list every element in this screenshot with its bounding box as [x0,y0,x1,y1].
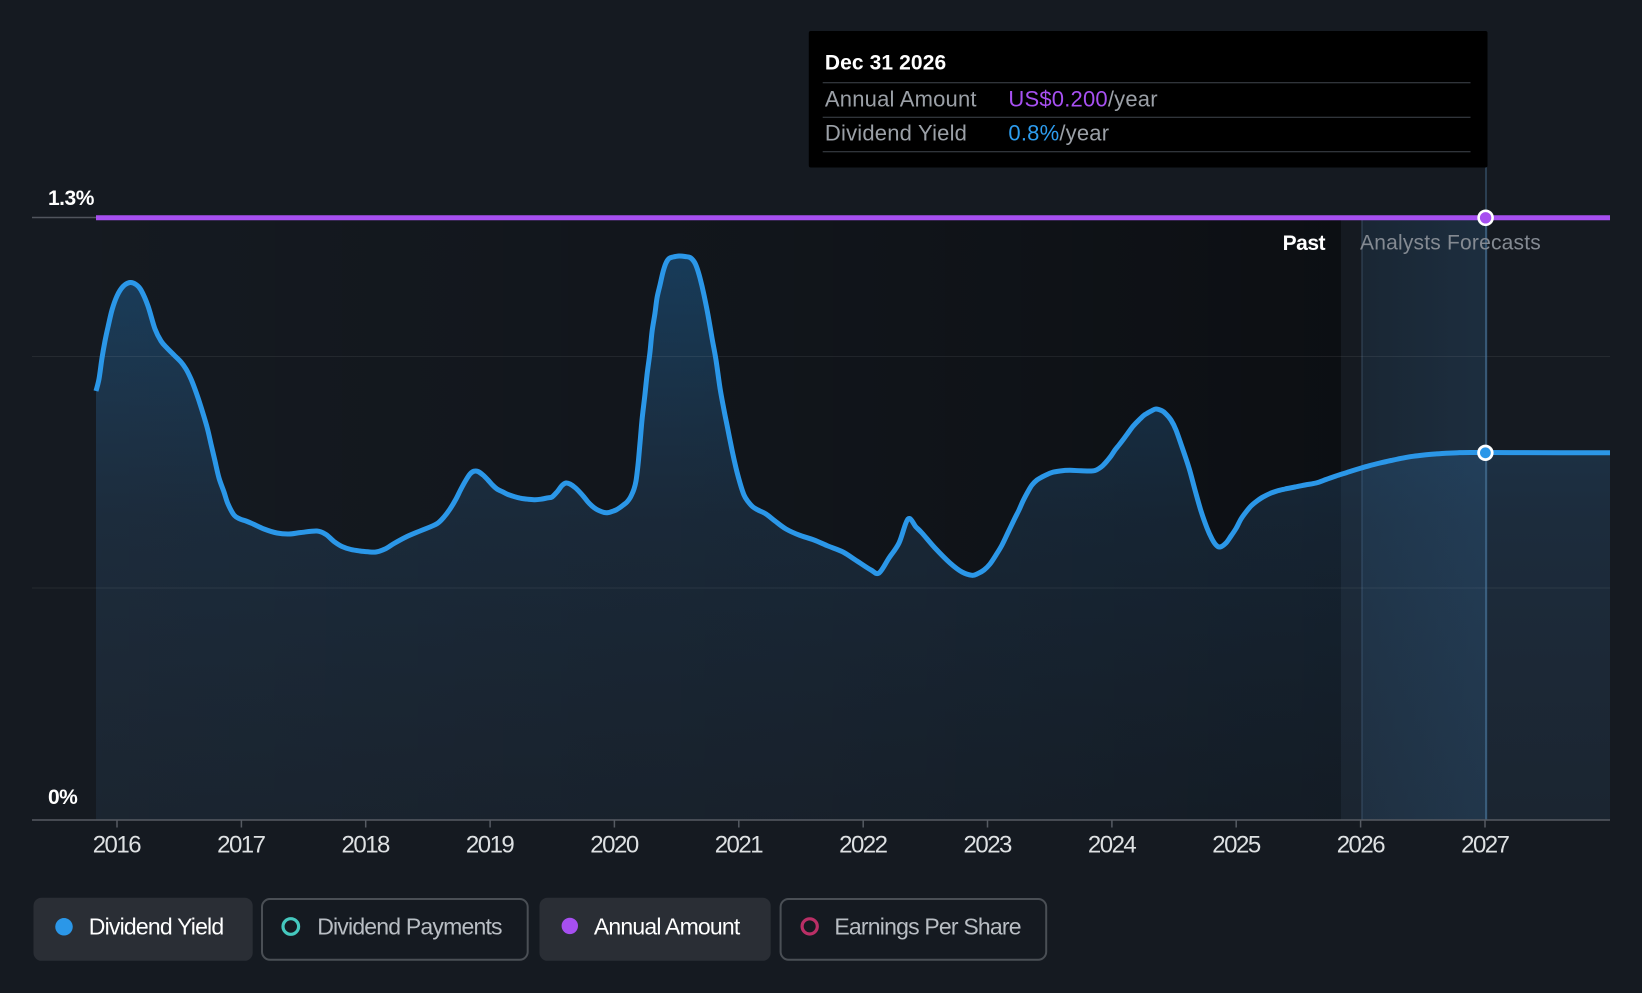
svg-text:Dec 31 2026: Dec 31 2026 [825,52,946,75]
svg-text:2024: 2024 [1088,832,1137,859]
svg-text:0.8%/year: 0.8%/year [1008,121,1109,146]
svg-text:Dividend Yield: Dividend Yield [825,121,967,146]
svg-text:2020: 2020 [590,832,639,859]
svg-text:Dividend Payments: Dividend Payments [317,914,502,940]
svg-text:2023: 2023 [964,832,1013,859]
svg-text:2018: 2018 [342,832,391,859]
svg-text:2025: 2025 [1212,832,1261,859]
svg-text:Annual Amount: Annual Amount [825,87,977,112]
svg-text:2019: 2019 [466,832,515,859]
svg-text:2017: 2017 [217,832,266,859]
svg-text:US$0.200/year: US$0.200/year [1008,87,1157,112]
svg-text:Annual Amount: Annual Amount [594,914,741,940]
svg-text:1.3%: 1.3% [48,187,95,210]
svg-text:Dividend Yield: Dividend Yield [89,914,224,940]
svg-text:0%: 0% [48,786,78,809]
svg-text:Analysts Forecasts: Analysts Forecasts [1360,232,1541,255]
svg-text:2016: 2016 [93,832,142,859]
svg-text:2027: 2027 [1461,832,1510,859]
svg-text:Earnings Per Share: Earnings Per Share [834,914,1020,940]
svg-text:2021: 2021 [715,832,764,859]
svg-text:Past: Past [1283,232,1326,255]
svg-text:2022: 2022 [839,832,888,859]
svg-text:2026: 2026 [1337,832,1386,859]
